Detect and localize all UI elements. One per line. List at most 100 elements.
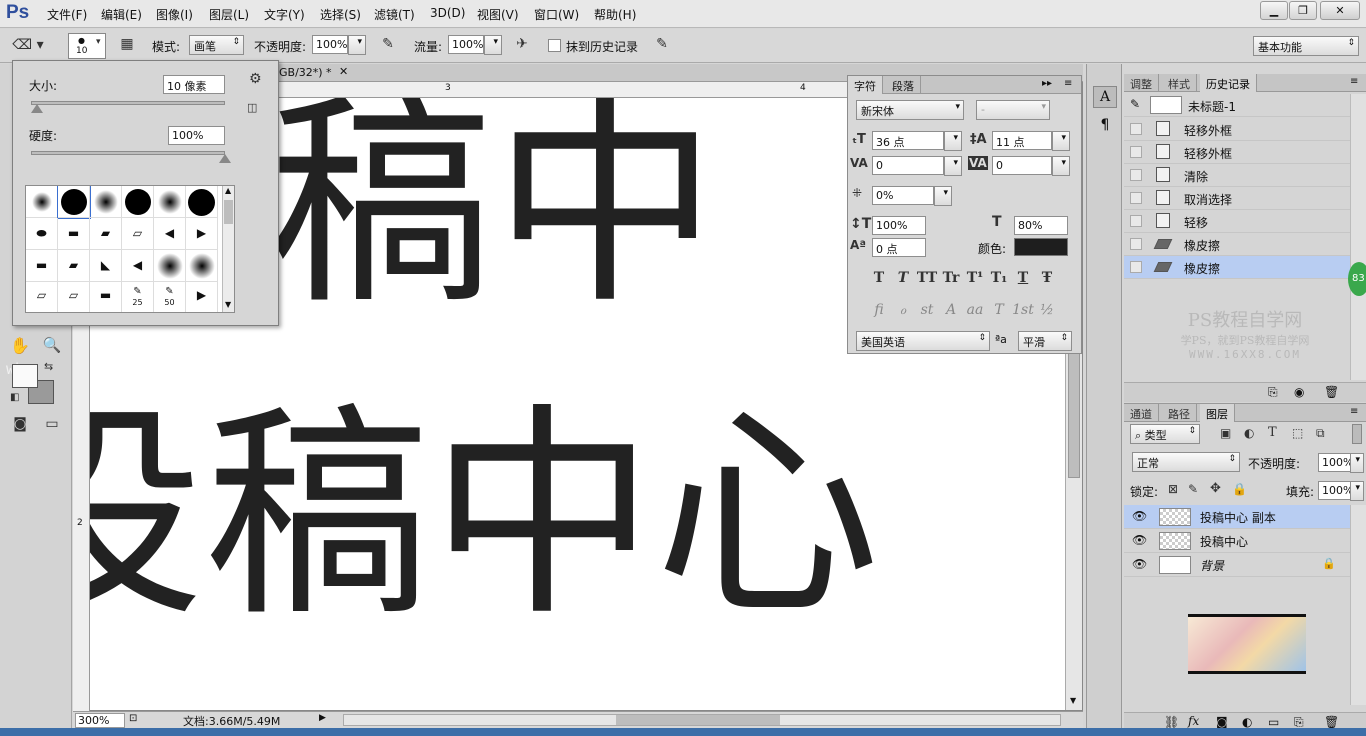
subscript-button[interactable]: T₁ xyxy=(988,270,1010,286)
brush-tip[interactable]: ◀ xyxy=(154,218,186,250)
kerning-input[interactable]: 0 xyxy=(872,156,944,175)
brush-hard-round[interactable] xyxy=(186,186,218,218)
brush-hard-round[interactable] xyxy=(122,186,154,218)
ligature-button[interactable]: fi xyxy=(868,302,890,318)
scroll-up-icon[interactable]: ▲ xyxy=(225,186,231,195)
layer-opacity-input[interactable]: 100% xyxy=(1318,453,1352,472)
layer-row[interactable]: 👁 投稿中心 xyxy=(1124,529,1350,553)
history-scrollbar[interactable] xyxy=(1350,94,1366,380)
language-dropdown[interactable]: 美国英语 ⇕ xyxy=(856,331,990,351)
brush-tip-50[interactable]: ✎ 50 xyxy=(154,282,186,312)
history-source-checkbox[interactable] xyxy=(1130,169,1142,181)
history-source-checkbox[interactable] xyxy=(1130,192,1142,204)
menu-filter[interactable]: 滤镜(T) xyxy=(374,6,415,23)
pressure-size-icon[interactable]: ✎ xyxy=(652,36,672,52)
brush-grid-scroll-thumb[interactable] xyxy=(224,200,233,224)
character-panel-icon[interactable]: A xyxy=(1093,86,1117,108)
brush-soft-round[interactable] xyxy=(154,186,186,218)
history-item[interactable]: 清除 xyxy=(1124,164,1350,187)
menu-help[interactable]: 帮助(H) xyxy=(594,6,636,23)
stylistic-alt-button[interactable]: aa xyxy=(964,302,986,318)
mask-icon[interactable]: ◙ xyxy=(1216,715,1228,729)
opacity-input[interactable]: 100% xyxy=(312,35,348,54)
leading-dropdown[interactable]: ▾ xyxy=(1052,131,1070,151)
quick-mask-icon[interactable]: ◙ xyxy=(10,416,30,432)
horizontal-scroll-thumb[interactable] xyxy=(616,715,780,725)
menu-image[interactable]: 图像(I) xyxy=(156,6,193,23)
eye-icon[interactable]: 👁 xyxy=(1132,509,1147,523)
small-caps-button[interactable]: Tr xyxy=(940,270,962,286)
menu-window[interactable]: 窗口(W) xyxy=(534,6,579,23)
vertical-scale-input[interactable]: 100% xyxy=(872,216,926,235)
history-snapshot[interactable]: ✎ 未标题-1 xyxy=(1124,94,1350,117)
contextual-alt-button[interactable]: ℴ xyxy=(892,302,914,318)
layer-name[interactable]: 背景 xyxy=(1200,557,1224,574)
menu-3d[interactable]: 3D(D) xyxy=(430,6,465,20)
tab-layers[interactable]: 图层 xyxy=(1200,404,1235,422)
restore-button[interactable]: ❐ xyxy=(1289,1,1317,20)
menu-file[interactable]: 文件(F) xyxy=(47,6,87,23)
tab-history[interactable]: 历史记录 xyxy=(1200,74,1257,92)
font-family-dropdown[interactable]: 新宋体 ▾ xyxy=(856,100,964,120)
brush-tip[interactable]: ▬ xyxy=(58,218,90,250)
adjustment-icon[interactable]: ◐ xyxy=(1242,715,1252,729)
share-icon[interactable]: ⊡ xyxy=(129,713,137,724)
default-colors-icon[interactable]: ◧ xyxy=(10,392,19,403)
menu-layer[interactable]: 图层(L) xyxy=(209,6,249,23)
brush-tip-25[interactable]: ✎ 25 xyxy=(122,282,154,312)
brush-tip[interactable]: ▱ xyxy=(58,282,90,312)
kerning-dropdown[interactable]: ▾ xyxy=(944,156,962,176)
hand-tool-icon[interactable]: ✋ xyxy=(10,336,30,355)
discretionary-ligature-button[interactable]: st xyxy=(916,302,938,318)
workspace-dropdown[interactable]: 基本功能 ⇕ xyxy=(1253,36,1359,56)
font-style-dropdown[interactable]: - ▾ xyxy=(976,100,1050,120)
brush-grid-scrollbar[interactable]: ▲ ▼ xyxy=(222,186,234,312)
brush-tip[interactable]: ▬ xyxy=(90,282,122,312)
history-source-checkbox[interactable] xyxy=(1130,123,1142,135)
airbrush-icon[interactable]: ✈ xyxy=(512,36,532,52)
size-slider-thumb[interactable] xyxy=(30,104,43,113)
eye-icon[interactable]: 👁 xyxy=(1132,557,1147,571)
brush-tip[interactable]: ⬬ xyxy=(26,218,58,250)
history-brush-icon[interactable]: ✎ xyxy=(1130,97,1140,111)
ordinals-button[interactable]: 1st xyxy=(1012,302,1034,318)
history-item[interactable]: 轻移外框 xyxy=(1124,141,1350,164)
menu-edit[interactable]: 编辑(E) xyxy=(101,6,142,23)
brush-tip[interactable]: ▰ xyxy=(58,250,90,282)
panel-menu-icon[interactable]: ≡ xyxy=(1064,78,1072,89)
brush-soft-round[interactable] xyxy=(26,186,58,218)
panel-menu-icon[interactable]: ≡ xyxy=(1350,76,1358,87)
history-item[interactable]: 轻移外框 xyxy=(1124,118,1350,141)
layer-name[interactable]: 投稿中心 xyxy=(1200,533,1248,550)
document-tab-title[interactable]: GB/32*) * xyxy=(279,66,332,79)
brush-tip[interactable]: ▶ xyxy=(186,282,218,312)
filter-adjustment-icon[interactable]: ◐ xyxy=(1244,426,1254,440)
brush-tip[interactable]: ◀ xyxy=(122,250,154,282)
tab-styles[interactable]: 样式 xyxy=(1162,74,1197,92)
history-item[interactable]: 轻移 xyxy=(1124,210,1350,233)
opacity-dropdown[interactable]: ▾ xyxy=(348,35,366,55)
brush-tip[interactable]: ▱ xyxy=(26,282,58,312)
history-source-checkbox[interactable] xyxy=(1130,146,1142,158)
lock-position-icon[interactable]: ✥ xyxy=(1210,481,1221,496)
layer-opacity-dropdown[interactable]: ▾ xyxy=(1350,453,1364,473)
superscript-button[interactable]: T¹ xyxy=(964,270,986,286)
brush-tip[interactable]: ▬ xyxy=(26,250,58,282)
fractions-button[interactable]: ½ xyxy=(1036,302,1058,318)
faux-bold-button[interactable]: T xyxy=(868,270,890,286)
scroll-down-icon[interactable]: ▼ xyxy=(225,300,231,309)
lock-all-icon[interactable]: 🔒 xyxy=(1232,482,1247,496)
brush-panel-toggle-icon[interactable]: ▦ xyxy=(117,36,137,52)
hardness-slider-thumb[interactable] xyxy=(219,154,231,163)
tab-paragraph[interactable]: 段落 xyxy=(886,76,921,94)
layer-row[interactable]: 👁 背景 🔒 xyxy=(1124,553,1350,577)
strikethrough-button[interactable]: Ŧ xyxy=(1036,270,1058,286)
leading-input[interactable]: 11 点 xyxy=(992,131,1052,150)
history-item[interactable]: 取消选择 xyxy=(1124,187,1350,210)
filter-smart-object-icon[interactable]: ⧉ xyxy=(1316,426,1325,441)
collapse-icon[interactable]: ▸▸ xyxy=(1042,78,1052,89)
scroll-down-icon[interactable]: ▼ xyxy=(1070,696,1076,705)
side-badge[interactable]: 83 xyxy=(1348,262,1366,296)
brush-soft-round[interactable] xyxy=(186,250,218,282)
chevron-down-icon[interactable]: ▾ xyxy=(96,37,101,47)
